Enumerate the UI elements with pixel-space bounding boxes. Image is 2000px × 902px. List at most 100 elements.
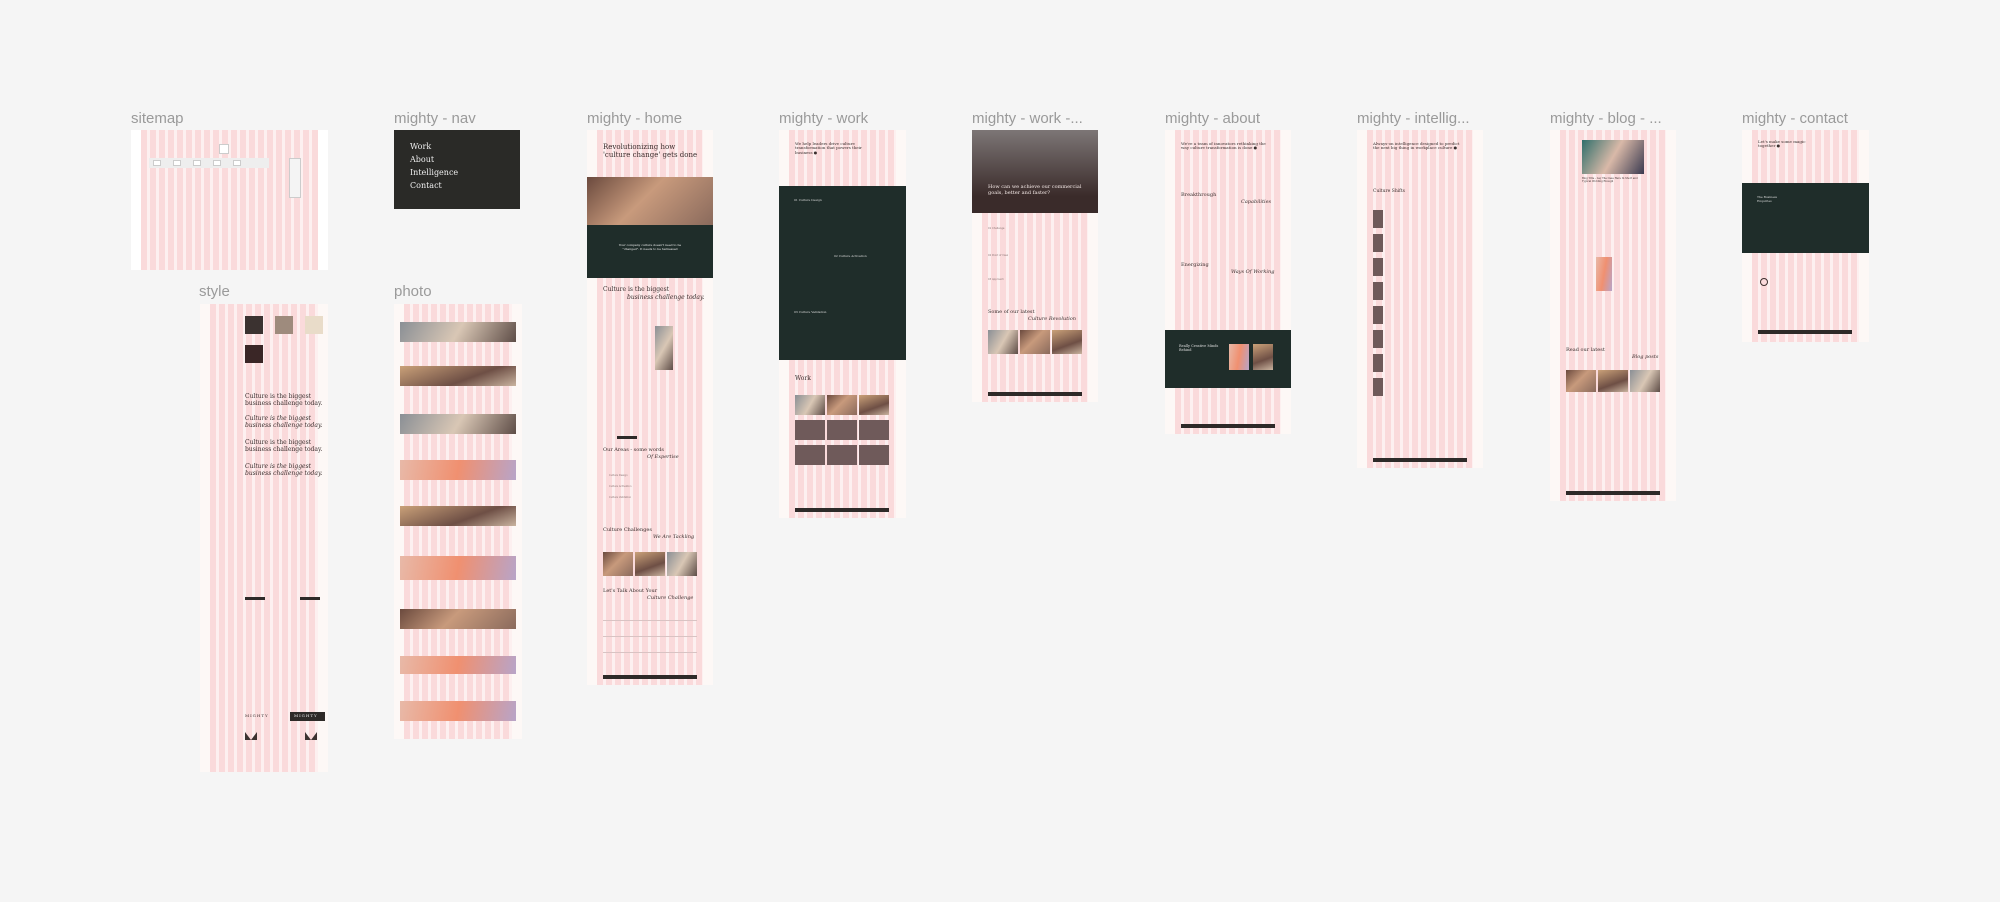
work-detail-hero-title: How can we achieve our commercial goals,… <box>988 184 1082 196</box>
footer-bar <box>1758 330 1852 334</box>
work-detail-hero-photo <box>972 130 1098 213</box>
shift-thumb[interactable] <box>1373 306 1383 324</box>
service-item[interactable]: 03 Culture Validation <box>794 310 826 314</box>
blog-post-photo[interactable] <box>1598 370 1628 392</box>
home-areas-line1: Our Areas - some words <box>603 447 664 453</box>
photo-row <box>400 656 516 674</box>
frame-label-intelligence[interactable]: mighty - intellig... <box>1357 110 1470 127</box>
swatch-cream <box>305 316 323 334</box>
swatch-taupe <box>275 316 293 334</box>
shift-thumb[interactable] <box>1373 210 1383 228</box>
home-challenges-line1: Culture Challenges <box>603 527 652 533</box>
service-item[interactable]: 01 Culture Design <box>794 198 822 202</box>
area-item[interactable]: Culture Design <box>609 470 631 481</box>
blog-post-photo[interactable] <box>1630 370 1660 392</box>
nav-item-work[interactable]: Work <box>410 140 458 153</box>
footer-bar <box>795 508 889 512</box>
shift-thumb[interactable] <box>1373 354 1383 372</box>
frame-label-sitemap[interactable]: sitemap <box>131 110 184 127</box>
frame-label-style[interactable]: style <box>199 283 230 300</box>
frame-label-about[interactable]: mighty - about <box>1165 110 1260 127</box>
shift-thumb[interactable] <box>1373 234 1383 252</box>
work-card[interactable] <box>795 445 825 465</box>
frame-sitemap[interactable] <box>131 130 328 270</box>
form-field[interactable] <box>603 652 697 653</box>
frame-work[interactable]: We help leaders drive culture transforma… <box>779 130 906 518</box>
form-field[interactable] <box>603 636 697 637</box>
swatch-dark <box>245 316 263 334</box>
contact-form-block: The Business Enquiries <box>1742 183 1869 253</box>
nav-item-intelligence[interactable]: Intelligence <box>410 166 458 179</box>
frame-home[interactable]: Revolutionizing how 'culture change' get… <box>587 130 713 685</box>
detail-item: 02 Point of View <box>988 254 1009 257</box>
latest-photo[interactable] <box>1052 330 1082 354</box>
frame-label-blog[interactable]: mighty - blog - ... <box>1550 110 1662 127</box>
frame-label-contact[interactable]: mighty - contact <box>1742 110 1848 127</box>
work-card[interactable] <box>859 420 889 440</box>
frame-contact[interactable]: Let's make some magic together ● The Bus… <box>1742 130 1869 342</box>
service-item[interactable]: 02 Culture Activation <box>834 254 867 258</box>
frame-photo[interactable] <box>394 304 522 739</box>
frame-label-nav[interactable]: mighty - nav <box>394 110 476 127</box>
work-card[interactable] <box>827 445 857 465</box>
frame-label-work[interactable]: mighty - work <box>779 110 868 127</box>
work-card[interactable] <box>827 395 857 415</box>
shift-thumb[interactable] <box>1373 330 1383 348</box>
latest-line2: Culture Revolution <box>1028 316 1077 322</box>
nav-item-about[interactable]: About <box>410 153 458 166</box>
nav-item-contact[interactable]: Contact <box>410 179 458 192</box>
frame-blog[interactable]: Blog Title - Lay The Case Here In Short … <box>1550 130 1676 501</box>
challenge-photo[interactable] <box>667 552 697 576</box>
photo-row <box>400 322 516 342</box>
frame-label-work-detail[interactable]: mighty - work -... <box>972 110 1083 127</box>
form-field[interactable] <box>603 620 697 621</box>
latest-photo[interactable] <box>988 330 1018 354</box>
type-sample-italic: Culture is the biggest business challeng… <box>245 463 323 477</box>
shift-thumb[interactable] <box>1373 282 1383 300</box>
sitemap-node <box>173 160 181 166</box>
home-cta-button[interactable] <box>617 436 637 439</box>
footer-bar <box>988 392 1082 396</box>
area-item[interactable]: Culture Activation <box>609 481 631 492</box>
work-card[interactable] <box>795 420 825 440</box>
sitemap-side-group <box>289 158 301 198</box>
home-areas-line2: Of Expertise <box>647 454 679 460</box>
frame-about[interactable]: We're a team of innovators rethinking th… <box>1165 130 1291 434</box>
photo-row <box>400 460 516 480</box>
home-hero-photo <box>587 177 713 225</box>
footer-bar <box>1181 424 1275 428</box>
footer-bar <box>1566 491 1660 495</box>
home-culture-line1: Culture is the biggest <box>603 286 670 293</box>
sitemap-node <box>153 160 161 166</box>
logo-mark <box>305 732 317 740</box>
work-card[interactable] <box>827 420 857 440</box>
shift-thumb[interactable] <box>1373 258 1383 276</box>
photo-row <box>400 506 516 526</box>
blog-read-line2: Blog posts <box>1632 354 1659 360</box>
frame-label-home[interactable]: mighty - home <box>587 110 682 127</box>
frame-label-photo[interactable]: photo <box>394 283 432 300</box>
home-talk-line2: Culture Challenge <box>647 595 694 601</box>
about-team-block: Really Creative Minds Behind <box>1165 330 1291 388</box>
work-card[interactable] <box>795 395 825 415</box>
work-card[interactable] <box>859 395 889 415</box>
frame-style[interactable]: Culture is the biggest business challeng… <box>200 304 328 772</box>
photo-row <box>400 556 516 580</box>
type-sample: Culture is the biggest business challeng… <box>245 439 323 453</box>
frame-nav[interactable]: Work About Intelligence Contact <box>394 130 520 209</box>
about-h2b: Ways Of Working <box>1231 269 1275 275</box>
latest-photo[interactable] <box>1020 330 1050 354</box>
area-item[interactable]: Culture Validation <box>609 492 631 503</box>
challenge-photo[interactable] <box>603 552 633 576</box>
sitemap-node <box>193 160 201 166</box>
frame-work-detail[interactable]: How can we achieve our commercial goals,… <box>972 130 1098 402</box>
shift-thumb[interactable] <box>1373 378 1383 396</box>
about-h1b: Capabilities <box>1241 199 1272 205</box>
frame-intelligence[interactable]: Always-on intelligence designed to predi… <box>1357 130 1483 468</box>
blog-post-photo[interactable] <box>1566 370 1596 392</box>
work-card[interactable] <box>859 445 889 465</box>
button-sample <box>300 597 320 600</box>
challenge-photo[interactable] <box>635 552 665 576</box>
contact-dark-title: The Business Enquiries <box>1757 195 1778 203</box>
footer-bar <box>1373 458 1467 462</box>
